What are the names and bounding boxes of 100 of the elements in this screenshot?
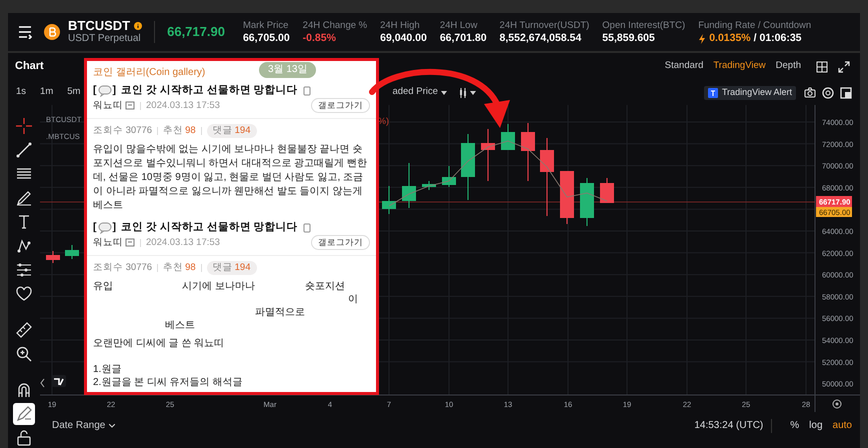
candle [382,186,396,214]
recommend-label: 추천 [163,124,184,138]
zoom-icon [16,346,32,362]
blog-icon [125,238,135,247]
info-icon [134,22,142,30]
page-icon [302,86,311,96]
bracket-text: [ [93,220,96,235]
candle [442,166,456,188]
post-title: 코인 갓 시작하고 선물하면 망합니다 [121,83,298,98]
list-item-text: 1.원글 [93,363,122,376]
scale-toggle[interactable]: auto [832,418,852,433]
post-body-text: 오랜만에 디씨에 글 쓴 워뇨띠 [93,337,226,351]
candle-type-button[interactable] [458,88,476,98]
candle [65,244,79,260]
post-body-text: 시기에 보나마나 [182,280,255,293]
candle [521,122,535,182]
grid-layout-icon[interactable] [816,60,828,72]
view-count: 조회수 30776 [93,124,152,138]
screenshot-icon[interactable] [840,86,852,98]
stat-value: 69,040.00 [380,32,427,45]
candle [422,180,436,190]
alert-button[interactable]: TradingView Alert [704,86,796,100]
pencil-tool-button[interactable] [13,403,35,425]
bracket-text: ] [112,220,116,235]
comment-label: 댓글 [212,261,233,275]
page-icon [302,222,311,232]
post-body-text: 숏포지션 [305,280,345,293]
recommend-label: 추천 [163,261,184,275]
gear-icon[interactable] [832,400,842,408]
gallery-name: 코인 갤러리(Coin gallery) [93,66,206,80]
trendline-icon [16,142,32,158]
countdown: / 01:06:35 [754,32,802,45]
stat-value: 8,552,674,058.54 [500,32,582,45]
scale-toggle[interactable]: % [790,418,800,433]
post-title: 코인 갓 시작하고 선물하면 망합니다 [121,220,298,235]
settings-icon[interactable] [822,86,834,98]
stat-label: 24H Change % [302,19,368,32]
date-badge: 3월 13일 [259,62,316,78]
blog-icon [125,101,135,110]
clock-time: 14:53:24 (UTC) [694,419,764,433]
price-type-dropdown[interactable]: aded Price [392,85,447,100]
candle [461,134,475,200]
view-tab[interactable]: Depth [770,59,806,74]
crosshair-icon [16,118,32,134]
panel-title: Chart [15,59,44,74]
menu-icon[interactable] [18,25,32,39]
contract-type: USDT Perpetual [68,32,142,45]
comment-count: 194 [234,261,250,275]
stat-value: 66,701.80 [440,32,487,45]
expand-icon[interactable] [838,60,850,72]
scale-toggle[interactable]: log [809,418,823,433]
stat-value: -0.85% [302,32,336,45]
chevron-icon [109,424,116,428]
author-name: 워뇨띠 [93,236,123,250]
candle [560,170,574,224]
stat-label: 24H Low [440,19,478,32]
candle [580,178,594,226]
text-icon [16,214,32,230]
date-range-dropdown[interactable]: Date Range [52,418,116,433]
stat-value: 55,859.605 [602,32,655,45]
view-count: 조회수 30776 [93,261,152,275]
alert-icon [708,88,718,98]
candle [600,178,614,204]
symbol-name: BTCUSDT [68,19,130,32]
post-body-text: 베스트 [165,319,195,332]
camera-icon[interactable] [804,87,816,98]
lock-icon [16,430,32,446]
view-tab[interactable]: Standard [660,59,708,74]
bracket-text: ] [112,83,116,98]
candle [501,124,515,150]
heart-icon [16,286,32,302]
blog-link-button[interactable]: 갤로그가기 [311,235,370,250]
list-item-text: 2.원글을 본 디씨 유저들의 해석글 [93,376,244,389]
caret-icon [440,90,447,94]
post-body-text: 파멸적으로 [255,306,305,319]
post-body-text: 이 [348,293,358,306]
magnet-icon [16,382,32,398]
view-tab[interactable]: TradingView [708,59,771,74]
interval-button[interactable]: 1m [40,85,54,100]
interval-button[interactable]: 5m [67,85,80,100]
stat-value: 66,705.00 [242,32,290,45]
stat-label: Mark Price [242,19,290,32]
author-name: 워뇨띠 [93,98,123,112]
candles-icon [458,88,467,98]
funding-rate: 0.0135% [709,32,751,45]
interval-button[interactable]: 1s [16,85,26,100]
bolt-icon [698,34,706,44]
recommend-count: 98 [185,124,196,138]
collapse-chevron-icon[interactable] [40,378,44,388]
blog-link-button[interactable]: 갤로그가기 [311,98,370,113]
crosshair-tool-button[interactable] [13,115,35,137]
comment-label: 댓글 [212,124,233,138]
speech-bubble-icon [98,84,112,96]
recommend-count: 98 [185,261,196,275]
stat-label: Open Interest(BTC) [602,19,686,32]
post-time: 2024.03.13 17:53 [146,98,220,112]
speech-bubble-icon [98,222,112,234]
candle [402,162,416,208]
bracket-text: [ [93,83,96,98]
post-time: 2024.03.13 17:53 [146,236,220,250]
